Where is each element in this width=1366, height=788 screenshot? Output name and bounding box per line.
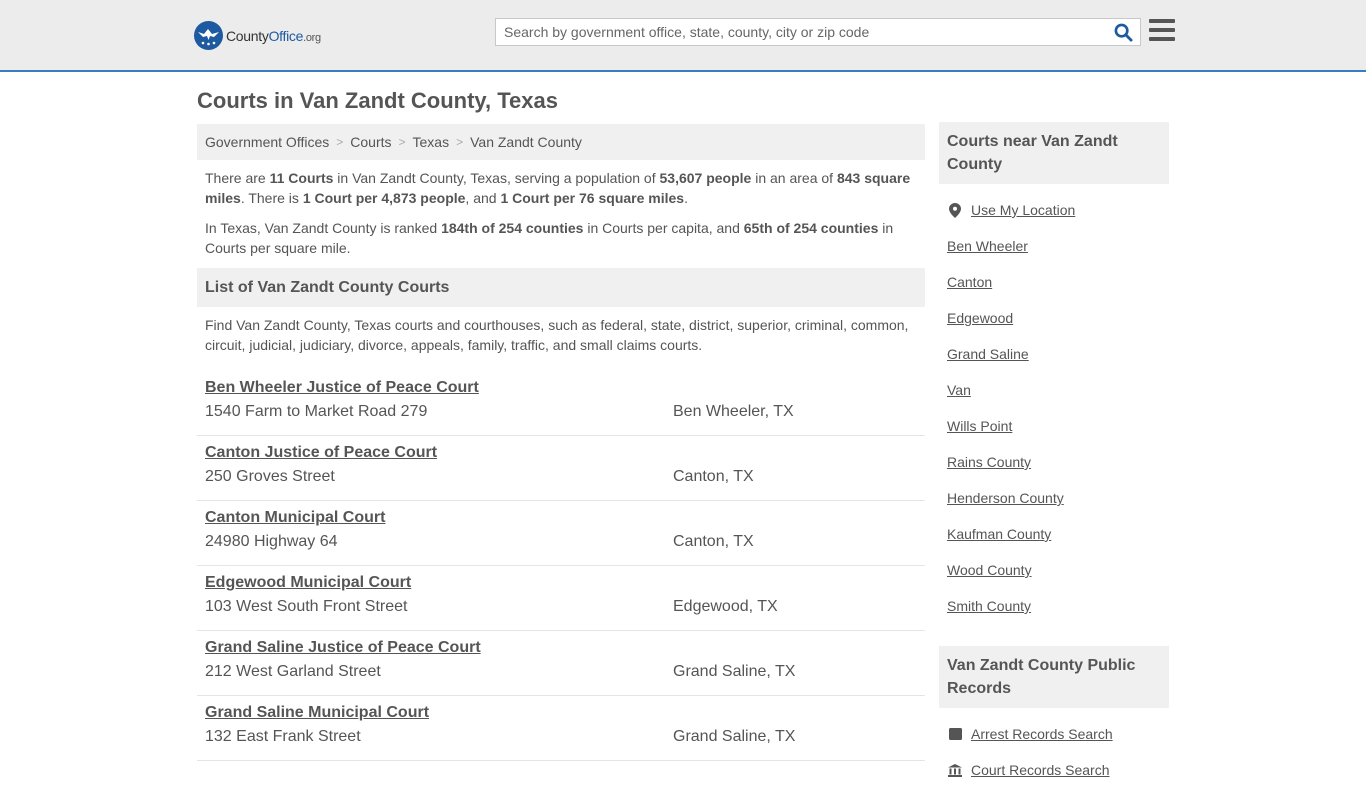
list-item: Ben Wheeler Justice of Peace Court 1540 … [197,371,925,436]
nearby-courts-heading: Courts near Van Zandt County [939,122,1169,184]
nearby-link-item: Canton [947,264,1161,300]
list-item: Edgewood Municipal Court 103 West South … [197,566,925,631]
nearby-link-item: Edgewood [947,300,1161,336]
breadcrumb-government-offices[interactable]: Government Offices [205,134,329,150]
court-address: 212 West Garland Street [205,663,381,680]
court-name-link[interactable]: Canton Justice of Peace Court [205,443,917,463]
nearby-link[interactable]: Van [947,382,971,398]
court-records-link[interactable]: Court Records Search [971,762,1110,778]
use-my-location-link[interactable]: Use My Location [971,202,1075,218]
nearby-link-item: Wills Point [947,408,1161,444]
hamburger-menu-icon[interactable] [1149,19,1175,41]
arrest-records-link[interactable]: Arrest Records Search [971,726,1113,742]
search-bar [495,18,1141,46]
court-city: Canton, TX [673,533,754,550]
courts-list: Ben Wheeler Justice of Peace Court 1540 … [197,371,925,761]
court-address: 132 East Frank Street [205,728,361,745]
court-name-link[interactable]: Grand Saline Municipal Court [205,703,917,723]
public-records-list: Arrest Records Search Court Records Sear… [939,708,1169,788]
nearby-link-item: Smith County [947,588,1161,624]
nearby-link-item: Grand Saline [947,336,1161,372]
breadcrumb: Government Offices > Courts > Texas > Va… [197,124,925,160]
court-city: Canton, TX [673,468,754,485]
court-address: 103 West South Front Street [205,598,408,615]
court-name-link[interactable]: Edgewood Municipal Court [205,573,917,593]
nearby-link[interactable]: Ben Wheeler [947,238,1028,254]
breadcrumb-van-zandt-county[interactable]: Van Zandt County [470,134,582,150]
breadcrumb-courts[interactable]: Courts [350,134,391,150]
sidebar: Courts near Van Zandt County Use My Loca… [939,122,1169,788]
courts-list-description: Find Van Zandt County, Texas courts and … [205,317,909,353]
nearby-link[interactable]: Grand Saline [947,346,1029,362]
logo-wordmark: CountyOffice.org [226,27,321,44]
court-city: Ben Wheeler, TX [673,403,794,420]
court-address: 250 Groves Street [205,468,335,485]
list-item: Grand Saline Municipal Court 132 East Fr… [197,696,925,761]
breadcrumb-separator-icon: > [336,135,344,149]
nearby-link-item: Henderson County [947,480,1161,516]
map-pin-icon [947,202,963,218]
nearby-link[interactable]: Edgewood [947,310,1013,326]
court-city: Edgewood, TX [673,598,778,615]
court-address: 1540 Farm to Market Road 279 [205,403,428,420]
nearby-courts-list: Use My Location Ben Wheeler Canton Edgew… [939,184,1169,624]
courthouse-icon [947,763,963,777]
court-city: Grand Saline, TX [673,728,796,745]
breadcrumb-separator-icon: > [398,135,406,149]
list-item: Grand Saline Justice of Peace Court 212 … [197,631,925,696]
records-link-item: Court Records Search [947,752,1161,788]
search-icon [1114,23,1133,42]
nearby-link[interactable]: Henderson County [947,490,1064,506]
court-name-link[interactable]: Grand Saline Justice of Peace Court [205,638,917,658]
intro-ranking-paragraph: In Texas, Van Zandt County is ranked 184… [205,220,894,256]
court-name-link[interactable]: Ben Wheeler Justice of Peace Court [205,378,917,398]
main-content: Government Offices > Courts > Texas > Va… [197,124,925,761]
use-my-location-item: Use My Location [947,192,1161,228]
list-item: Canton Justice of Peace Court 250 Groves… [197,436,925,501]
public-records-heading: Van Zandt County Public Records [939,646,1169,708]
nearby-link-item: Ben Wheeler [947,228,1161,264]
nearby-link[interactable]: Rains County [947,454,1031,470]
id-card-icon [947,728,963,740]
search-input[interactable] [496,19,1106,45]
nearby-link[interactable]: Canton [947,274,992,290]
court-name-link[interactable]: Canton Municipal Court [205,508,917,528]
nearby-link-item: Kaufman County [947,516,1161,552]
nearby-link[interactable]: Wills Point [947,418,1012,434]
court-address: 24980 Highway 64 [205,533,338,550]
court-city: Grand Saline, TX [673,663,796,680]
nearby-link[interactable]: Wood County [947,562,1032,578]
breadcrumb-texas[interactable]: Texas [413,134,450,150]
page-title: Courts in Van Zandt County, Texas [197,88,559,113]
site-header: CountyOffice.org [0,0,1366,72]
site-logo[interactable]: CountyOffice.org [194,21,321,50]
nearby-link-item: Wood County [947,552,1161,588]
nearby-link[interactable]: Smith County [947,598,1031,614]
list-item: Canton Municipal Court 24980 Highway 64 … [197,501,925,566]
search-button[interactable] [1106,19,1140,45]
intro-text: There are 11 Courts in Van Zandt County,… [197,160,925,258]
courts-list-heading: List of Van Zandt County Courts [197,268,925,307]
records-link-item: Arrest Records Search [947,716,1161,752]
intro-stats-paragraph: There are 11 Courts in Van Zandt County,… [205,170,911,206]
eagle-logo-icon [194,21,223,50]
nearby-link-item: Rains County [947,444,1161,480]
nearby-link[interactable]: Kaufman County [947,526,1051,542]
breadcrumb-separator-icon: > [456,135,464,149]
nearby-link-item: Van [947,372,1161,408]
